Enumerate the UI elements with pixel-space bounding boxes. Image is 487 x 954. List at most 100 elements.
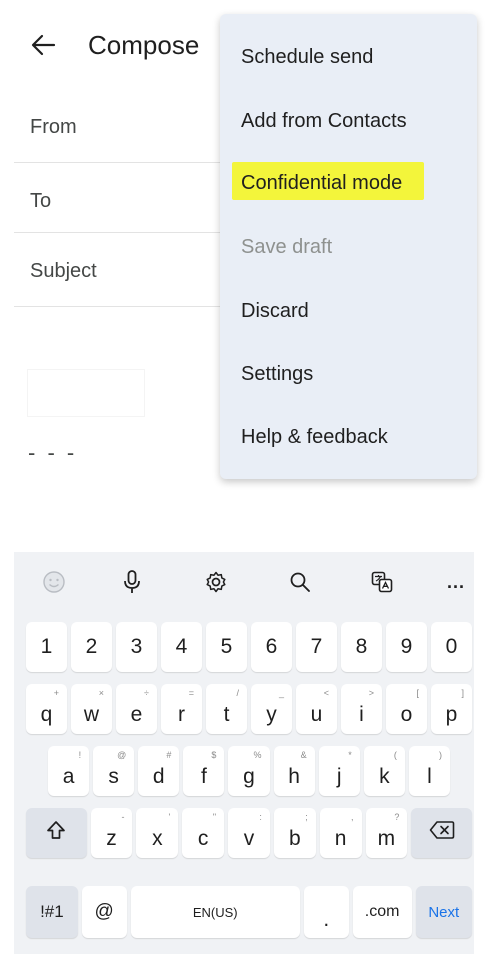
key-d-label: d: [152, 765, 165, 788]
settings-icon[interactable]: [200, 566, 232, 598]
symbols-key[interactable]: !#1: [26, 886, 78, 938]
key-4[interactable]: 4: [161, 622, 202, 672]
bottom-letter-row: -z ' x " c :v ; b ,n ? m: [26, 808, 472, 858]
keyboard: ... 1 2 3 4 5 6 7 8 9 0 + q × w ÷ e = r / t _…: [14, 552, 474, 954]
key-t-label: t: [223, 703, 230, 726]
key-v[interactable]: :v: [228, 808, 270, 858]
key-s-label: s: [108, 765, 119, 788]
space-key[interactable]: EN(US): [130, 886, 300, 938]
key-w-hint: ×: [98, 688, 104, 698]
key-s[interactable]: @ s: [93, 746, 135, 796]
menu-item-confidential-mode[interactable]: Confidential mode: [241, 172, 402, 195]
key-c[interactable]: " c: [182, 808, 225, 858]
key-z-label: z: [106, 827, 117, 850]
key-z[interactable]: -z: [90, 808, 133, 858]
key-7-label: 7: [310, 635, 323, 658]
key-2[interactable]: 2: [71, 622, 112, 672]
menu-item-discard[interactable]: Discard: [241, 300, 309, 323]
key-0[interactable]: 0: [431, 622, 472, 672]
key-w[interactable]: × w: [71, 684, 112, 734]
key-0-label: 0: [445, 635, 458, 658]
key-k[interactable]: (k: [363, 746, 405, 796]
key-e-label: e: [130, 703, 143, 726]
from-label: From: [30, 116, 77, 138]
key-t[interactable]: / t: [206, 684, 247, 734]
from-account-field[interactable]: [100, 104, 218, 144]
search-icon[interactable]: [284, 566, 316, 598]
key-x[interactable]: ' x: [136, 808, 179, 858]
key-r-label: r: [178, 703, 185, 726]
to-label: To: [30, 190, 52, 212]
key-g-label: g: [243, 765, 255, 788]
key-y[interactable]: _ y: [251, 684, 292, 734]
menu-item-schedule-send[interactable]: Schedule send: [241, 46, 373, 69]
period-key[interactable]: .: [303, 886, 349, 938]
key-n[interactable]: ,n: [319, 808, 362, 858]
key-q-hint: +: [53, 688, 59, 698]
key-3[interactable]: 3: [116, 622, 157, 672]
emoji-icon[interactable]: [38, 566, 70, 598]
key-o-hint: [: [416, 688, 419, 698]
key-f-label: f: [200, 765, 207, 788]
key-r[interactable]: = r: [161, 684, 202, 734]
next-key[interactable]: Next: [415, 886, 472, 938]
key-b[interactable]: ; b: [273, 808, 316, 858]
key-t-hint: /: [236, 688, 239, 698]
key-6[interactable]: 6: [251, 622, 292, 672]
key-o[interactable]: [o: [386, 684, 427, 734]
key-q-label: q: [40, 703, 53, 726]
backspace-icon: [429, 820, 455, 846]
subject-field[interactable]: Subject: [30, 260, 97, 283]
key-n-hint: ,: [351, 812, 354, 822]
page-title: Compose: [88, 30, 200, 60]
key-i-hint: >: [368, 688, 374, 698]
key-u-label: u: [310, 703, 323, 726]
key-5[interactable]: 5: [206, 622, 247, 672]
key-l[interactable]: ) l: [408, 746, 450, 796]
menu-item-add-from-contacts[interactable]: Add from Contacts: [241, 110, 407, 133]
dotcom-key-label: .com: [364, 903, 400, 920]
translate-icon[interactable]: [366, 566, 398, 598]
shift-key[interactable]: [26, 808, 87, 858]
key-1[interactable]: 1: [26, 622, 67, 672]
key-j[interactable]: * j: [318, 746, 360, 796]
key-8[interactable]: 8: [341, 622, 382, 672]
dotcom-key[interactable]: .com: [352, 886, 412, 938]
key-f[interactable]: $ f: [183, 746, 225, 796]
top-letter-row: + q × w ÷ e = r / t _ y < u > i [o ] p: [26, 684, 472, 734]
next-key-label: Next: [428, 903, 460, 921]
backspace-key[interactable]: [411, 808, 472, 858]
key-8-label: 8: [355, 635, 368, 658]
shift-icon: [45, 819, 67, 847]
menu-item-help-feedback[interactable]: Help & feedback: [241, 426, 388, 449]
key-p[interactable]: ] p: [431, 684, 472, 734]
key-5-label: 5: [220, 635, 233, 658]
key-f-hint: $: [211, 750, 217, 760]
key-e[interactable]: ÷ e: [116, 684, 157, 734]
key-u[interactable]: < u: [296, 684, 337, 734]
more-icon[interactable]: ...: [440, 566, 472, 598]
body-text-area[interactable]: [28, 370, 144, 416]
key-7[interactable]: 7: [296, 622, 337, 672]
function-row: !#1 @ EN(US) . .com Next: [26, 886, 472, 938]
key-q[interactable]: + q: [26, 684, 67, 734]
key-k-hint: (: [393, 750, 397, 760]
at-key[interactable]: @: [81, 886, 127, 938]
key-h-label: h: [288, 765, 300, 788]
key-v-hint: :: [259, 812, 262, 822]
key-w-label: w: [83, 703, 100, 726]
key-h[interactable]: & h: [273, 746, 315, 796]
message-body[interactable]: [26, 484, 440, 550]
back-arrow-icon[interactable]: [30, 30, 56, 60]
key-a[interactable]: ! a: [48, 746, 90, 796]
key-g[interactable]: % g: [228, 746, 270, 796]
key-i[interactable]: > i: [341, 684, 382, 734]
key-2-label: 2: [85, 635, 98, 658]
microphone-icon[interactable]: [116, 566, 148, 598]
key-9[interactable]: 9: [386, 622, 427, 672]
menu-item-settings[interactable]: Settings: [241, 363, 313, 386]
key-l-label: l: [427, 765, 432, 788]
at-key-label: @: [94, 901, 114, 922]
key-d[interactable]: # d: [138, 746, 180, 796]
key-m[interactable]: ? m: [365, 808, 408, 858]
